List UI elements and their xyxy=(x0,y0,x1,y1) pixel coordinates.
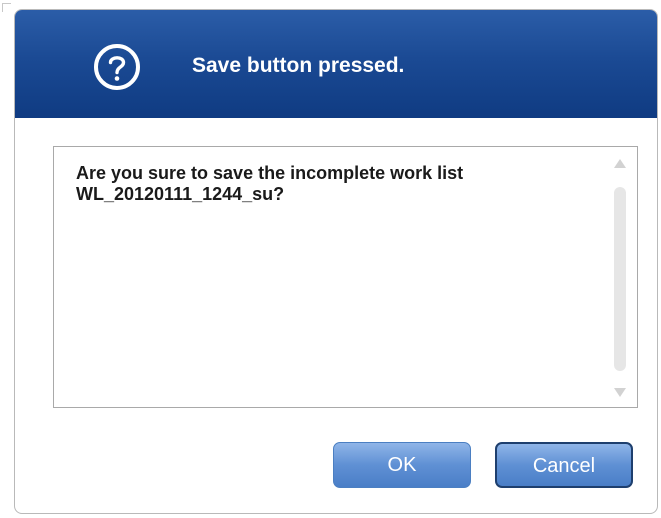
scroll-track[interactable] xyxy=(614,187,626,371)
ok-button[interactable]: OK xyxy=(333,442,471,488)
dialog-message: Are you sure to save the incomplete work… xyxy=(76,163,464,204)
scroll-down-arrow-icon[interactable] xyxy=(614,388,626,397)
page: Save button pressed. Are you sure to sav… xyxy=(0,0,661,518)
cancel-button[interactable]: Cancel xyxy=(495,442,633,488)
scroll-up-arrow-icon[interactable] xyxy=(614,159,626,168)
message-scrollbar[interactable] xyxy=(611,159,629,397)
question-circle-icon xyxy=(92,42,142,92)
background-corner-mark xyxy=(2,3,11,12)
message-area: Are you sure to save the incomplete work… xyxy=(53,146,638,408)
confirm-dialog: Save button pressed. Are you sure to sav… xyxy=(14,9,658,514)
dialog-title-bar: Save button pressed. xyxy=(15,10,657,118)
dialog-title: Save button pressed. xyxy=(192,54,405,77)
